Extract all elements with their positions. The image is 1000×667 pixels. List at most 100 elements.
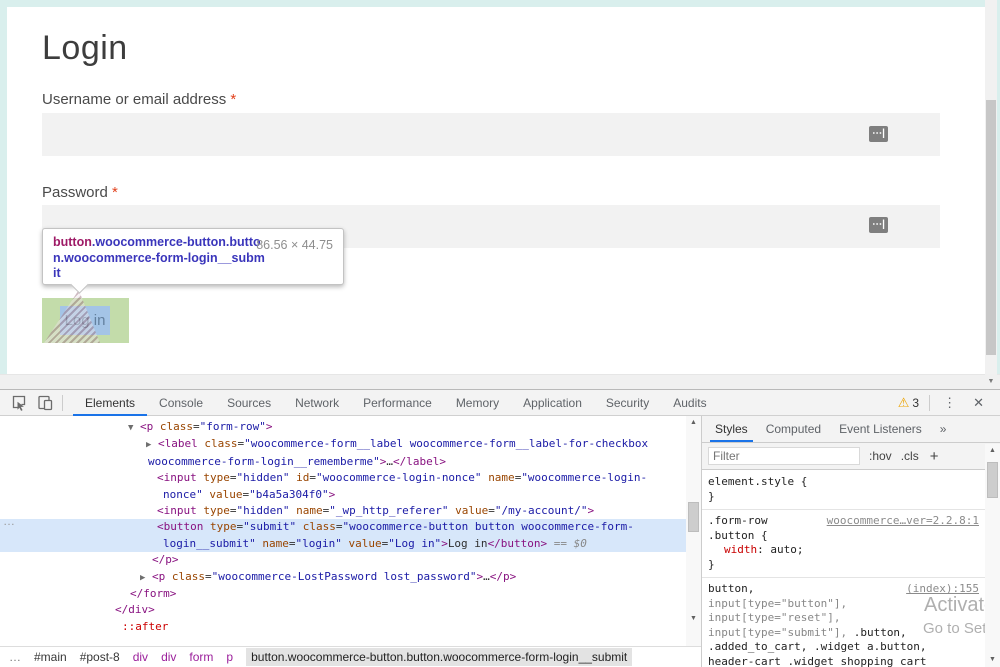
devtools-tab-audits[interactable]: Audits: [661, 390, 718, 415]
style-rule-line[interactable]: woocommerce…ver=2.2.8:1.form-row: [708, 514, 979, 529]
sidebar-tabs: StylesComputedEvent Listeners»: [702, 416, 1000, 443]
dom-tree-line[interactable]: <input type="hidden" name="_wp_http_refe…: [0, 503, 686, 519]
toolbar-divider: [929, 395, 930, 411]
dom-tree-line[interactable]: woocommerce-form-login__rememberme">…</l…: [0, 454, 686, 470]
tooltip-tag: button: [53, 235, 92, 249]
styles-filter-input[interactable]: [708, 447, 860, 465]
style-rule-line[interactable]: input[type="submit"], .button,: [708, 626, 979, 641]
devtools-tab-sources[interactable]: Sources: [215, 390, 283, 415]
scroll-up-button[interactable]: ▲: [686, 416, 701, 430]
stylesheet-source-link[interactable]: (index):155: [906, 582, 979, 597]
scroll-up-button[interactable]: ▲: [985, 444, 1000, 458]
breadcrumb-item[interactable]: form: [189, 650, 213, 664]
page-vertical-scrollbar[interactable]: [985, 0, 997, 374]
style-rule-line[interactable]: input[type="reset"],: [708, 611, 979, 626]
hov-toggle[interactable]: :hov: [869, 449, 892, 463]
devtools-main: ▼<p class="form-row">▶<label class="wooc…: [0, 416, 1000, 667]
dom-tree-line-selected[interactable]: <button type="submit" class="woocommerce…: [0, 519, 686, 535]
breadcrumb-item[interactable]: p: [226, 650, 233, 664]
style-rule-line[interactable]: element.style {: [708, 475, 979, 490]
devtools-tab-console[interactable]: Console: [147, 390, 215, 415]
sidebar-tab-computed[interactable]: Computed: [757, 416, 830, 442]
cls-toggle[interactable]: .cls: [901, 449, 919, 463]
dom-tree-line[interactable]: ▶<p class="woocommerce-LostPassword lost…: [0, 569, 686, 586]
style-rule: woocommerce…ver=2.2.8:1.form-row.button …: [702, 510, 985, 578]
webpage-content: Login Username or email address * ⋯| Pas…: [7, 7, 985, 374]
device-toolbar-icon[interactable]: [32, 392, 58, 414]
sidebar-tab-styles[interactable]: Styles: [706, 416, 757, 442]
dom-tree-line[interactable]: <input type="hidden" id="woocommerce-log…: [0, 470, 686, 486]
devtools-close-icon[interactable]: ✕: [965, 395, 992, 411]
style-rule-line[interactable]: input[type="button"],: [708, 597, 979, 612]
dom-tree-line-selected[interactable]: login__submit" name="login" value="Log i…: [0, 536, 686, 552]
dom-tree-line[interactable]: </form>: [0, 586, 686, 602]
node-options-handle[interactable]: …: [3, 514, 15, 528]
dom-tree: ▼<p class="form-row">▶<label class="wooc…: [0, 416, 686, 636]
styles-sidebar: StylesComputedEvent Listeners» :hov .cls…: [702, 416, 1000, 667]
stylesheet-source-link[interactable]: woocommerce…ver=2.2.8:1: [827, 514, 979, 529]
devtools-tab-network[interactable]: Network: [283, 390, 351, 415]
scroll-down-button[interactable]: ▼: [985, 374, 997, 389]
password-label: Password *: [42, 184, 118, 201]
breadcrumb-item[interactable]: #post-8: [80, 650, 120, 664]
style-rule-line[interactable]: .button {: [708, 529, 979, 544]
toolbar-divider: [62, 395, 63, 411]
tooltip-dimensions: 86.56 × 44.75: [256, 238, 333, 252]
devtools-tab-elements[interactable]: Elements: [73, 390, 147, 415]
scrollbar-thumb[interactable]: [986, 100, 996, 355]
scroll-down-button[interactable]: ▼: [985, 653, 1000, 667]
style-rule-line[interactable]: .added_to_cart, .widget a.button,: [708, 640, 979, 655]
styles-scrollbar[interactable]: ▲ ▼: [985, 444, 1000, 667]
devtools-menu-icon[interactable]: ⋮: [934, 395, 965, 411]
inspect-tooltip: button.woocommerce-button.button.woocomm…: [42, 228, 344, 285]
devtools-tabs: ElementsConsoleSourcesNetworkPerformance…: [73, 390, 719, 415]
webpage-viewport: Login Username or email address * ⋯| Pas…: [0, 0, 1000, 389]
warning-icon: ⚠: [898, 395, 910, 411]
username-input[interactable]: [42, 113, 940, 156]
breadcrumb-item[interactable]: …: [9, 650, 21, 664]
elements-pane: ▼<p class="form-row">▶<label class="wooc…: [0, 416, 701, 657]
breadcrumb-bar: …#main#post-8divdivformpbutton.woocommer…: [0, 646, 701, 667]
style-rule: (index):155button,input[type="button"],i…: [702, 578, 985, 667]
toolbar-right-cluster: ⚠ 3 ⋮ ✕: [892, 395, 1000, 411]
styles-filter-row: :hov .cls +: [702, 443, 1000, 470]
style-rule-line[interactable]: header-cart .widget_shopping_cart: [708, 655, 979, 667]
username-label: Username or email address *: [42, 91, 236, 108]
dom-tree-line[interactable]: </div>: [0, 635, 686, 636]
style-rule-line[interactable]: }: [708, 490, 979, 505]
devtools-tab-application[interactable]: Application: [511, 390, 594, 415]
sidebar-tab-more[interactable]: »: [931, 416, 956, 442]
devtools-tab-security[interactable]: Security: [594, 390, 661, 415]
breadcrumb-item[interactable]: div: [133, 650, 148, 664]
sidebar-tab-event-listeners[interactable]: Event Listeners: [830, 416, 931, 442]
devtools-tab-memory[interactable]: Memory: [444, 390, 511, 415]
new-style-rule-button[interactable]: +: [930, 448, 939, 465]
style-rule-line[interactable]: (index):155button,: [708, 582, 979, 597]
console-warning-badge[interactable]: ⚠ 3: [892, 395, 925, 411]
text-caret-icon[interactable]: ⋯|: [869, 126, 888, 142]
dom-tree-line[interactable]: ▼<p class="form-row">: [0, 419, 686, 436]
page-title: Login: [42, 29, 128, 68]
dom-tree-line[interactable]: ▶<label class="woocommerce-form__label w…: [0, 436, 686, 453]
inspect-element-icon[interactable]: [6, 392, 32, 414]
dom-tree-line[interactable]: ::after: [0, 619, 686, 635]
devtools-tab-performance[interactable]: Performance: [351, 390, 444, 415]
devtools-panel: ElementsConsoleSourcesNetworkPerformance…: [0, 390, 1000, 667]
browser-window: Login Username or email address * ⋯| Pas…: [0, 0, 1000, 667]
dom-tree-line[interactable]: </div>: [0, 602, 686, 618]
breadcrumb-item-selected[interactable]: button.woocommerce-button.button.woocomm…: [246, 648, 632, 666]
style-rule-line[interactable]: width: auto;: [708, 543, 979, 558]
scrollbar-thumb[interactable]: [987, 462, 998, 498]
style-rule-line[interactable]: }: [708, 558, 979, 573]
required-asterisk: *: [230, 91, 236, 108]
breadcrumb-item[interactable]: div: [161, 650, 176, 664]
page-horizontal-scrollbar[interactable]: [0, 374, 1000, 389]
dom-tree-line[interactable]: </p>: [0, 552, 686, 568]
scroll-down-button[interactable]: ▼: [686, 612, 701, 626]
tooltip-selector: button.woocommerce-button.button.woocomm…: [53, 235, 267, 282]
dom-tree-scrollbar[interactable]: ▲ ▼: [686, 416, 701, 646]
breadcrumb-item[interactable]: #main: [34, 650, 67, 664]
text-caret-icon[interactable]: ⋯|: [869, 217, 888, 233]
scrollbar-thumb[interactable]: [688, 502, 699, 532]
dom-tree-line[interactable]: nonce" value="b4a5a304f0">: [0, 487, 686, 503]
